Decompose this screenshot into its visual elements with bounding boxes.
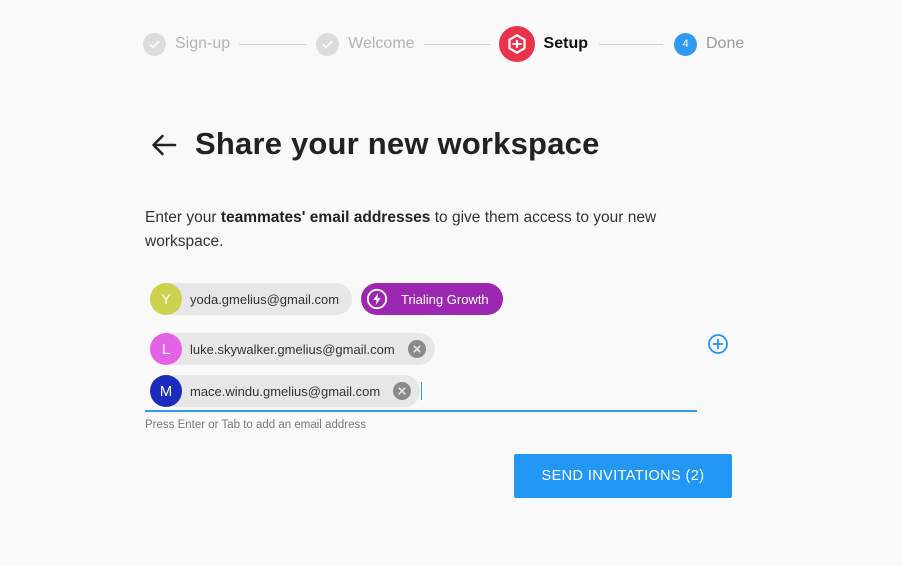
instructions-emphasis: teammates' email addresses — [220, 209, 431, 226]
instructions-text: Enter your teammates' email addresses to… — [145, 206, 685, 254]
step-label: Done — [706, 35, 745, 52]
chip-email: luke.skywalker.gmelius@gmail.com — [190, 341, 395, 357]
email-input-caret[interactable] — [421, 382, 422, 400]
avatar: Y — [150, 283, 182, 315]
step-connector — [599, 43, 663, 45]
avatar: L — [150, 333, 182, 365]
step-number: 4 — [674, 32, 697, 56]
step-connector — [239, 43, 308, 45]
check-icon — [143, 32, 166, 56]
email-input-underline[interactable] — [145, 410, 697, 412]
lightning-bolt-icon — [365, 287, 389, 311]
close-circle-icon[interactable] — [407, 340, 426, 358]
chip-email: yoda.gmelius@gmail.com — [190, 291, 340, 307]
step-setup: Setup — [498, 26, 588, 62]
plan-badge: Trialing Growth — [361, 283, 503, 315]
step-label: Welcome — [348, 35, 415, 52]
arrow-left-icon — [152, 134, 177, 156]
gmelius-logo-icon — [498, 26, 535, 62]
add-email-button[interactable] — [707, 333, 729, 355]
check-icon — [316, 32, 340, 56]
plus-circle-icon — [708, 334, 728, 354]
plan-badge-label: Trialing Growth — [401, 291, 489, 307]
input-hint: Press Enter or Tab to add an email addre… — [145, 419, 366, 431]
email-chip-owner: Y yoda.gmelius@gmail.com — [150, 283, 353, 315]
avatar: M — [150, 375, 182, 407]
setup-stepper: Sign-up Welcome Setup 4 Done — [143, 26, 745, 62]
step-label: Setup — [543, 35, 588, 52]
close-circle-icon[interactable] — [393, 382, 412, 400]
step-label: Sign-up — [175, 35, 231, 52]
instructions-prefix: Enter your — [145, 209, 221, 226]
email-chip: L luke.skywalker.gmelius@gmail.com — [150, 333, 435, 365]
chip-email: mace.windu.gmelius@gmail.com — [190, 383, 381, 399]
send-invitations-button[interactable]: SEND INVITATIONS (2) — [514, 454, 732, 498]
page-title: Share your new workspace — [195, 126, 600, 161]
back-button[interactable] — [148, 129, 180, 161]
step-signup: Sign-up — [143, 32, 231, 56]
step-welcome: Welcome — [316, 32, 415, 56]
step-connector — [423, 43, 490, 45]
step-done: 4 Done — [674, 32, 745, 56]
email-chip: M mace.windu.gmelius@gmail.com — [150, 375, 421, 407]
